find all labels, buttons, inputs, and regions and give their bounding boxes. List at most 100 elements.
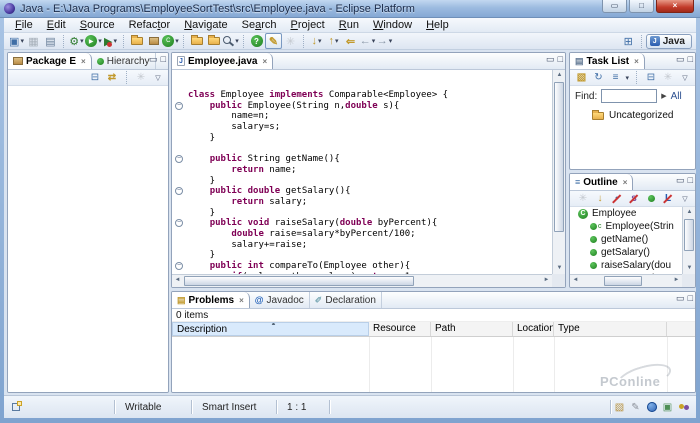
menu-search[interactable]: Search [235,18,284,33]
minimize-view-icon[interactable]: ▭ [676,293,685,304]
maximize-view-icon[interactable]: □ [688,175,693,186]
code-area[interactable]: class Employee implements Comparable<Emp… [188,90,551,274]
new-package-button[interactable] [145,33,162,49]
expander-icon[interactable]: ▶ [661,92,666,100]
menu-refactor[interactable]: Refactor [122,18,178,33]
new-task-icon[interactable]: ▧ [574,71,588,85]
package-explorer-tree[interactable] [8,86,168,392]
tab-problems[interactable]: ▤ Problems × [172,292,250,308]
open-type-button[interactable] [188,33,205,49]
tab-task-list[interactable]: ▤ Task List × [570,53,645,69]
tray-globe-icon[interactable] [645,401,658,414]
close-button[interactable]: × [656,0,694,13]
search-button[interactable]: ▾ [222,33,239,49]
outline-class-row[interactable]: C Employee [570,207,682,220]
column-header-location[interactable]: Location [513,322,554,336]
tray-box-icon[interactable]: ▧ [613,401,626,414]
maximize-view-icon[interactable]: □ [161,54,166,65]
scroll-down-icon[interactable]: ▼ [553,263,566,274]
open-perspective-button[interactable]: ⊞ [620,33,637,49]
menu-file[interactable]: File [8,18,40,33]
all-filter-link[interactable]: All [671,91,682,102]
maximize-view-icon[interactable]: □ [558,54,563,65]
previous-annotation-button[interactable]: ↑▾ [325,33,342,49]
collapse-all-icon[interactable]: ⊟ [88,71,102,85]
view-menu-icon[interactable]: ▽ [151,71,165,85]
scrollbar-thumb[interactable] [604,276,642,286]
filters-icon[interactable]: ✳ [134,71,148,85]
last-edit-location-button[interactable]: ⇐ [342,33,359,49]
tab-declaration[interactable]: ✐ Declaration [310,292,382,308]
close-icon[interactable]: × [81,57,86,66]
focus-icon[interactable]: ✳ [576,192,590,206]
minimize-view-icon[interactable]: ▭ [676,175,685,186]
annotation-filter-button[interactable]: ✳ [282,33,299,49]
back-button[interactable]: ←▾ [359,33,376,49]
chevron-down-icon[interactable]: ▾ [625,74,629,82]
tab-outline[interactable]: ≡ Outline × [570,174,633,190]
scroll-up-icon[interactable]: ▲ [683,207,696,218]
hide-local-types-icon[interactable]: L [661,192,675,206]
maximize-view-icon[interactable]: □ [688,293,693,304]
column-header-description[interactable]: Description▲ [172,322,369,336]
next-annotation-button[interactable]: ↓▾ [308,33,325,49]
fold-marker[interactable]: − [175,262,183,270]
editor-horizontal-scrollbar[interactable]: ◄ ► [172,274,552,287]
tray-image-icon[interactable]: ▣ [661,401,674,414]
forward-button[interactable]: →▾ [376,33,393,49]
new-class-button[interactable]: C▾ [162,33,179,49]
hide-static-icon[interactable]: s [627,192,641,206]
problems-table-body[interactable] [172,337,695,393]
tab-package-explorer[interactable]: Package E × [8,53,92,69]
mark-occurrences-toggle[interactable]: ✎ [265,33,282,49]
scrollbar-thumb[interactable] [684,219,694,251]
task-category-row[interactable]: Uncategorized [570,106,695,121]
filters-icon[interactable]: ✳ [661,71,675,85]
column-header-path[interactable]: Path [431,322,513,336]
tray-bulbs-icon[interactable] [677,401,690,414]
scroll-right-icon[interactable]: ► [541,275,552,286]
fold-marker[interactable]: − [175,187,183,195]
sort-icon[interactable]: ↓ [593,192,607,206]
fold-marker[interactable]: − [175,219,183,227]
hide-non-public-icon[interactable] [644,192,658,206]
new-wizard-button[interactable]: ▣▾ [8,33,25,49]
close-icon[interactable]: × [239,296,244,305]
java-perspective-button[interactable]: J Java [646,34,692,49]
view-menu-icon[interactable]: ▽ [678,192,692,206]
help-button[interactable]: ? [248,33,265,49]
external-tools-button[interactable]: ▶▾ [102,33,119,49]
close-icon[interactable]: × [634,57,639,66]
debug-button[interactable]: ⚙▾ [68,33,85,49]
tab-hierarchy[interactable]: Hierarchy [92,53,156,69]
tray-pencil-icon[interactable]: ✎ [629,401,642,414]
print-button[interactable]: ▤ [42,33,59,49]
maximize-view-icon[interactable]: □ [688,54,693,65]
outline-member-row[interactable]: c Employee(Strin [570,220,682,233]
editor-vertical-scrollbar[interactable]: ▲ ▼ [552,70,565,274]
outline-vertical-scrollbar[interactable]: ▲ ▼ [682,207,695,274]
scroll-down-icon[interactable]: ▼ [683,263,696,274]
menu-window[interactable]: Window [366,18,419,33]
scroll-up-icon[interactable]: ▲ [553,70,566,81]
scrollbar-thumb[interactable] [184,276,414,286]
minimize-button[interactable]: ▭ [602,0,627,13]
categorized-view-icon[interactable]: ≡ [608,71,622,85]
save-button[interactable]: ▦ [25,33,42,49]
tab-employee-java[interactable]: J Employee.java × [172,53,273,69]
column-header-resource[interactable]: Resource [369,322,431,336]
collapse-all-icon[interactable]: ⊟ [644,71,658,85]
open-resource-button[interactable] [205,33,222,49]
menu-source[interactable]: Source [73,18,122,33]
scroll-right-icon[interactable]: ► [671,275,682,286]
run-button[interactable]: ▶▾ [85,33,102,49]
close-icon[interactable]: × [262,57,267,66]
outline-member-row[interactable]: getSalary() [570,246,682,259]
minimize-view-icon[interactable]: ▭ [546,54,555,65]
hide-fields-icon[interactable]: ● [610,192,624,206]
new-java-project-button[interactable] [128,33,145,49]
close-icon[interactable]: × [623,178,628,187]
menu-edit[interactable]: Edit [40,18,73,33]
find-input[interactable] [601,89,657,103]
scrollbar-thumb[interactable] [554,82,564,232]
